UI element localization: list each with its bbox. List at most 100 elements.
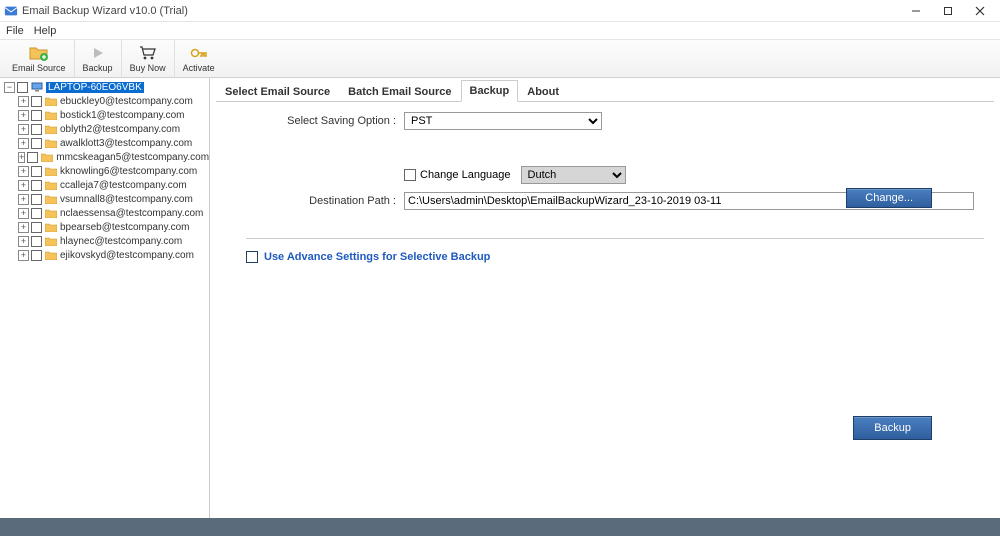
tree-item-label: oblyth2@testcompany.com [60, 124, 180, 135]
tab-batch-email-source[interactable]: Batch Email Source [339, 81, 460, 102]
tree-item-label: nclaessensa@testcompany.com [60, 208, 203, 219]
expand-icon[interactable]: + [18, 222, 29, 233]
tree-item[interactable]: + nclaessensa@testcompany.com [0, 206, 209, 220]
menu-help[interactable]: Help [34, 25, 57, 37]
checkbox[interactable] [17, 82, 28, 93]
tree-item-label: kknowling6@testcompany.com [60, 166, 197, 177]
checkbox[interactable] [31, 124, 42, 135]
toolbar-buy-now[interactable]: Buy Now [122, 40, 175, 77]
checkbox[interactable] [31, 208, 42, 219]
expand-icon[interactable]: + [18, 166, 29, 177]
tab-backup[interactable]: Backup [461, 80, 519, 102]
tab-about[interactable]: About [518, 81, 568, 102]
checkbox[interactable] [31, 96, 42, 107]
folder-icon [45, 194, 57, 204]
tab-select-email-source[interactable]: Select Email Source [216, 81, 339, 102]
play-icon [91, 44, 105, 62]
tree-item[interactable]: + ebuckley0@testcompany.com [0, 94, 209, 108]
checkbox[interactable] [31, 194, 42, 205]
change-button[interactable]: Change... [846, 188, 932, 208]
checkbox[interactable] [31, 138, 42, 149]
change-language-checkbox[interactable] [404, 169, 416, 181]
tree-item[interactable]: + ccalleja7@testcompany.com [0, 178, 209, 192]
folder-plus-icon [29, 44, 49, 62]
expand-icon[interactable]: + [18, 180, 29, 191]
tree-item-label: ebuckley0@testcompany.com [60, 96, 193, 107]
language-select[interactable]: Dutch [521, 166, 626, 184]
folder-icon [45, 250, 57, 260]
saving-option-select[interactable]: PST [404, 112, 602, 130]
tree-item-label: mmcskeagan5@testcompany.com [56, 152, 209, 163]
checkbox[interactable] [31, 222, 42, 233]
tree-panel: − LAPTOP-60EO6VBK + ebuckley0@testcompany… [0, 78, 210, 518]
tree-item[interactable]: + mmcskeagan5@testcompany.com [0, 150, 209, 164]
advance-settings-checkbox[interactable] [246, 251, 258, 263]
expand-icon[interactable]: + [18, 138, 29, 149]
expand-icon[interactable]: + [18, 194, 29, 205]
destination-path-label: Destination Path : [276, 195, 396, 207]
tree-item[interactable]: + bostick1@testcompany.com [0, 108, 209, 122]
advance-settings-label[interactable]: Use Advance Settings for Selective Backu… [264, 251, 490, 263]
expand-icon[interactable]: + [18, 208, 29, 219]
expand-icon[interactable]: + [18, 124, 29, 135]
app-icon [4, 4, 18, 18]
folder-icon [45, 138, 57, 148]
titlebar: Email Backup Wizard v10.0 (Trial) [0, 0, 1000, 22]
status-bar [0, 518, 1000, 536]
folder-icon [45, 222, 57, 232]
toolbar: Email Source Backup Buy Now Activate [0, 40, 1000, 78]
menu-file[interactable]: File [6, 25, 24, 37]
tree-item-label: hlaynec@testcompany.com [60, 236, 182, 247]
tree-item[interactable]: + ejikovskyd@testcompany.com [0, 248, 209, 262]
change-language-label: Change Language [420, 169, 511, 181]
key-icon [190, 44, 208, 62]
cart-icon [139, 44, 157, 62]
minimize-button[interactable] [900, 0, 932, 22]
tree-item-label: bostick1@testcompany.com [60, 110, 184, 121]
tree-item-label: bpearseb@testcompany.com [60, 222, 189, 233]
expand-icon[interactable]: + [18, 110, 29, 121]
toolbar-backup[interactable]: Backup [75, 40, 122, 77]
menubar: File Help [0, 22, 1000, 40]
folder-icon [45, 180, 57, 190]
tree-root[interactable]: − LAPTOP-60EO6VBK [0, 80, 209, 94]
folder-icon [45, 110, 57, 120]
expand-icon[interactable]: + [18, 96, 29, 107]
checkbox[interactable] [31, 236, 42, 247]
collapse-icon[interactable]: − [4, 82, 15, 93]
maximize-button[interactable] [932, 0, 964, 22]
folder-icon [45, 96, 57, 106]
right-panel: Select Email Source Batch Email Source B… [210, 78, 1000, 518]
tree-item-label: ejikovskyd@testcompany.com [60, 250, 194, 261]
toolbar-email-source[interactable]: Email Source [4, 40, 75, 77]
toolbar-activate[interactable]: Activate [175, 40, 223, 77]
checkbox[interactable] [31, 166, 42, 177]
tree-item-label: vsumnall8@testcompany.com [60, 194, 193, 205]
tree-item-label: ccalleja7@testcompany.com [60, 180, 187, 191]
folder-icon [45, 166, 57, 176]
tree-item[interactable]: + awalklott3@testcompany.com [0, 136, 209, 150]
expand-icon[interactable]: + [18, 250, 29, 261]
expand-icon[interactable]: + [18, 236, 29, 247]
tree-item-label: awalklott3@testcompany.com [60, 138, 192, 149]
checkbox[interactable] [27, 152, 38, 163]
checkbox[interactable] [31, 250, 42, 261]
saving-option-label: Select Saving Option : [276, 115, 396, 127]
close-button[interactable] [964, 0, 996, 22]
computer-icon [31, 82, 43, 92]
tree-item[interactable]: + oblyth2@testcompany.com [0, 122, 209, 136]
expand-icon[interactable]: + [18, 152, 25, 163]
folder-icon [41, 152, 53, 162]
folder-icon [45, 208, 57, 218]
folder-icon [45, 236, 57, 246]
folder-icon [45, 124, 57, 134]
window-title: Email Backup Wizard v10.0 (Trial) [22, 5, 188, 17]
backup-button[interactable]: Backup [853, 416, 932, 440]
checkbox[interactable] [31, 180, 42, 191]
tree-item[interactable]: + hlaynec@testcompany.com [0, 234, 209, 248]
checkbox[interactable] [31, 110, 42, 121]
tree-item[interactable]: + vsumnall8@testcompany.com [0, 192, 209, 206]
tab-row: Select Email Source Batch Email Source B… [216, 80, 994, 102]
tree-item[interactable]: + bpearseb@testcompany.com [0, 220, 209, 234]
tree-item[interactable]: + kknowling6@testcompany.com [0, 164, 209, 178]
